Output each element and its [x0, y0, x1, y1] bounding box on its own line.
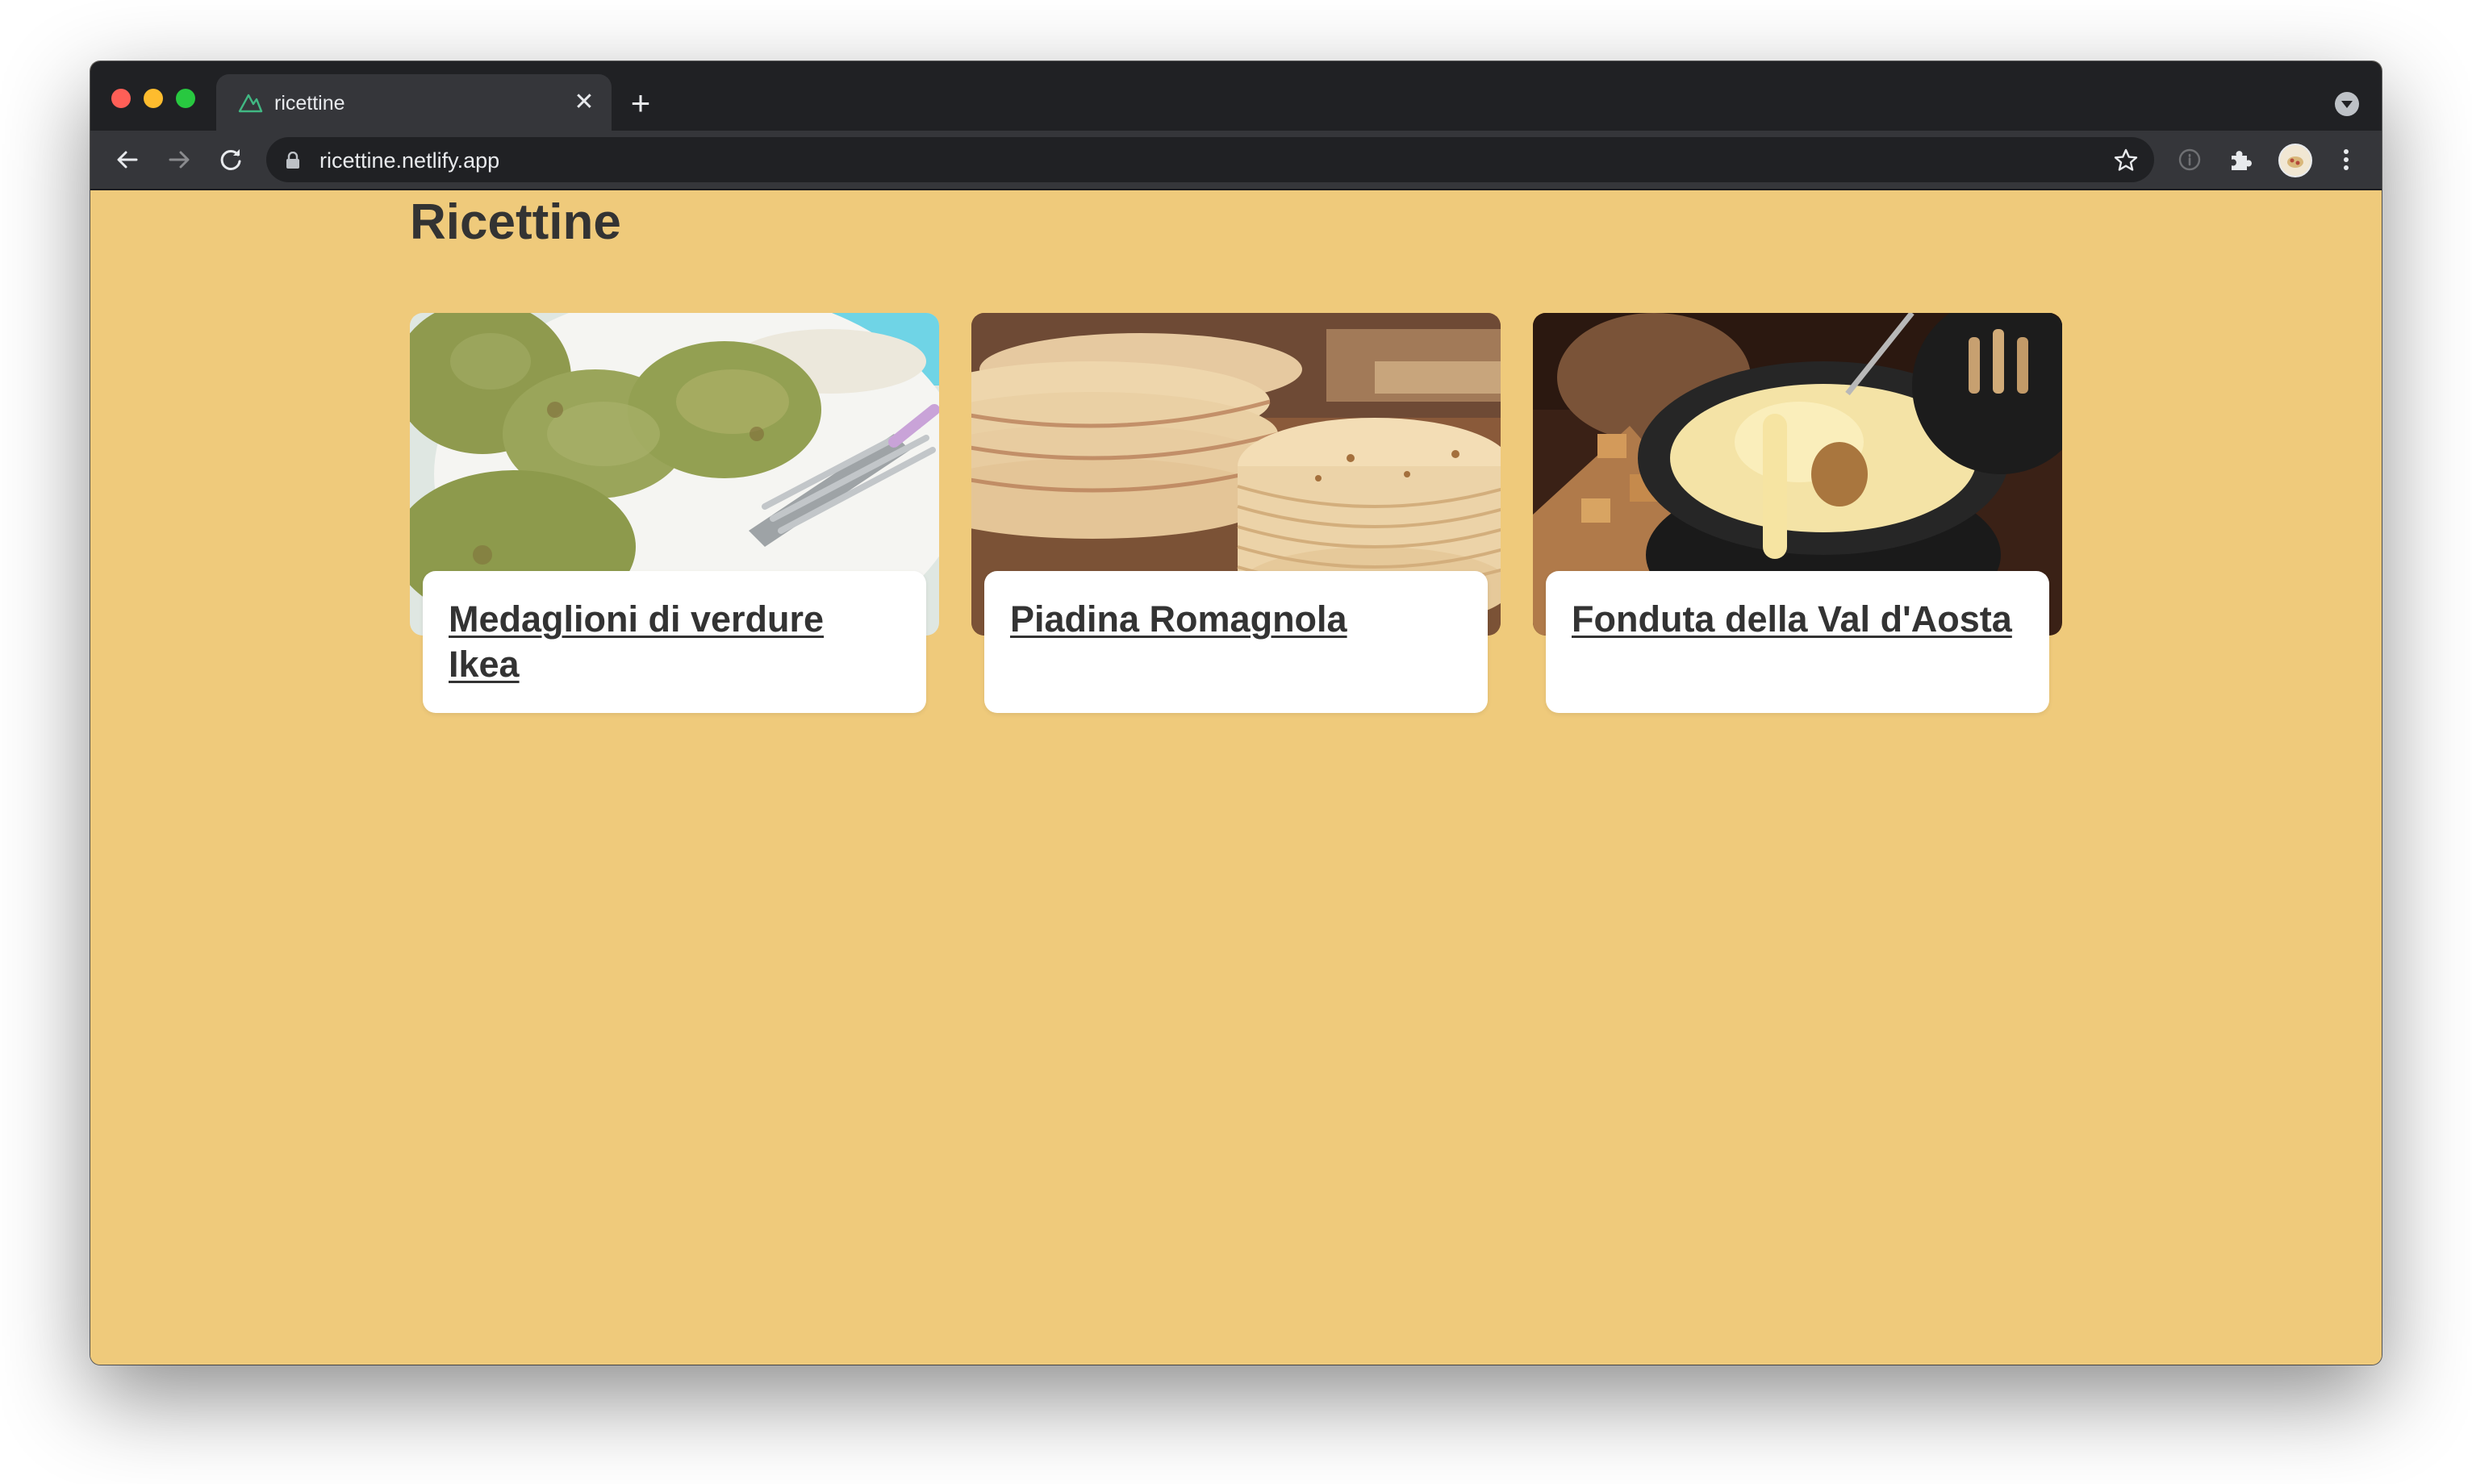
recipe-title-link[interactable]: Medaglioni di verdure Ikea [449, 597, 900, 687]
address-bar[interactable]: ricettine.netlify.app [266, 137, 2154, 182]
menu-icon[interactable] [2330, 144, 2362, 176]
recipe-card[interactable]: Piadina Romagnola [971, 313, 1501, 713]
star-icon[interactable] [2112, 147, 2140, 174]
page-content: Ricettine Medaglioni di verdure Ikea Pia… [90, 190, 2382, 1365]
reload-icon[interactable] [215, 144, 247, 176]
info-icon[interactable] [2173, 144, 2206, 176]
new-tab-button[interactable]: + [624, 86, 657, 120]
back-icon[interactable] [111, 144, 144, 176]
url-text[interactable]: ricettine.netlify.app [319, 148, 499, 173]
recipe-card[interactable]: Fonduta della Val d'Aosta [1533, 313, 2062, 713]
profile-avatar[interactable] [2278, 144, 2312, 177]
tab-title: ricettine [274, 92, 345, 115]
tab-strip: ricettine ✕ + [90, 61, 2382, 131]
minimize-window-button[interactable] [144, 89, 163, 108]
close-window-button[interactable] [111, 89, 131, 108]
browser-toolbar: ricettine.netlify.app [90, 131, 2382, 190]
tab-search-icon[interactable] [2335, 92, 2359, 116]
recipe-card-body: Medaglioni di verdure Ikea [423, 571, 926, 713]
recipe-title-link[interactable]: Piadina Romagnola [1010, 597, 1462, 642]
tab-ricettine[interactable]: ricettine ✕ [216, 74, 612, 131]
recipe-card[interactable]: Medaglioni di verdure Ikea [410, 313, 939, 713]
page-title: Ricettine [410, 194, 621, 250]
zoom-window-button[interactable] [176, 89, 195, 108]
recipe-card-body: Fonduta della Val d'Aosta [1546, 571, 2049, 713]
recipe-card-body: Piadina Romagnola [984, 571, 1488, 713]
netlify-favicon-icon [237, 90, 263, 116]
browser-window: ricettine ✕ + ricettine.netlify.app Rice… [90, 61, 2382, 1365]
tab-close-icon[interactable]: ✕ [571, 90, 597, 115]
lock-icon[interactable] [284, 151, 302, 169]
recipe-title-link[interactable]: Fonduta della Val d'Aosta [1572, 597, 2023, 642]
extensions-icon[interactable] [2225, 144, 2257, 176]
forward-icon[interactable] [163, 144, 195, 176]
